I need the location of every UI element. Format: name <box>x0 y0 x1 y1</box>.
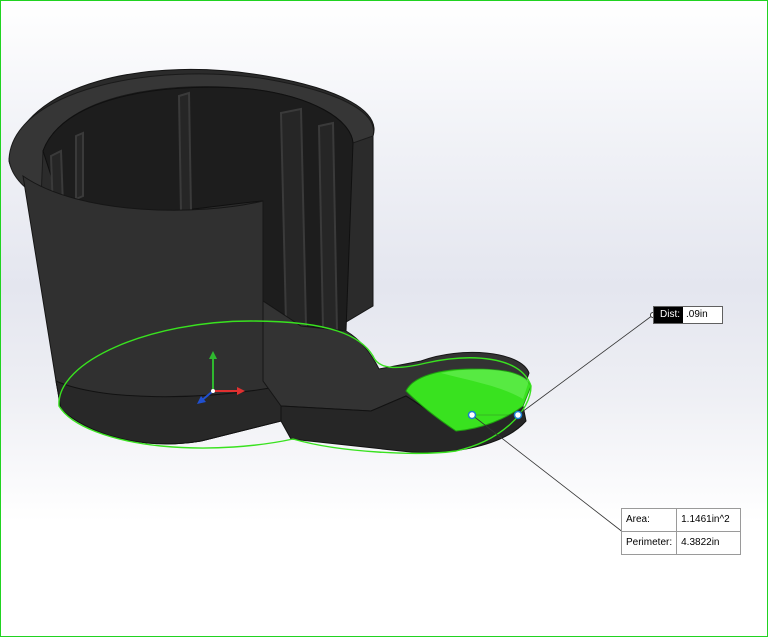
perimeter-value: 4.3822in <box>676 531 741 555</box>
measure-callout[interactable]: Area: 1.1461in^2 Perimeter: 4.3822in <box>620 508 741 555</box>
graphics-viewport[interactable]: Dist: .09in Area: 1.1461in^2 Perimeter: … <box>0 0 768 637</box>
measure-point-1[interactable] <box>467 410 477 420</box>
distance-callout[interactable]: Dist: .09in <box>653 306 723 324</box>
distance-label: Dist: <box>654 307 683 323</box>
perimeter-label: Perimeter: <box>620 531 678 555</box>
perimeter-row: Perimeter: 4.3822in <box>620 531 741 555</box>
area-value: 1.1461in^2 <box>676 508 741 532</box>
area-row: Area: 1.1461in^2 <box>620 508 741 532</box>
area-label: Area: <box>620 508 678 532</box>
measure-point-2[interactable] <box>513 410 523 420</box>
distance-value: .09in <box>683 307 722 323</box>
